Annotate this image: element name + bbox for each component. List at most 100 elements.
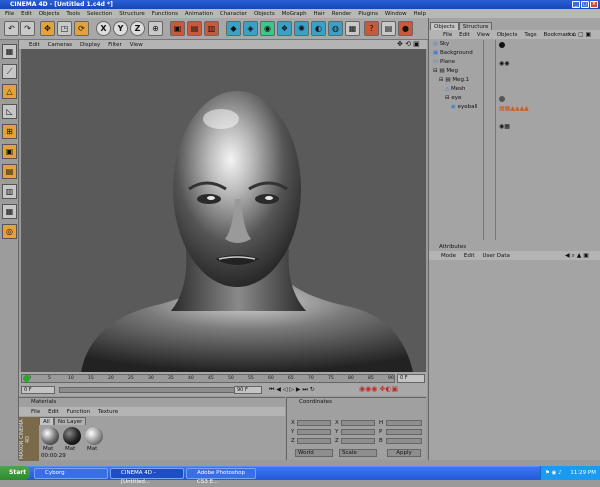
rot-h-field[interactable] — [386, 420, 422, 426]
object-row-meg[interactable]: ⊟ ▤ Meg — [429, 67, 600, 76]
nurbs-icon[interactable]: ◉ — [260, 21, 275, 36]
meg1-tag-icon[interactable] — [499, 96, 505, 102]
mesh-tags-icon[interactable]: ▦▦▲▲▲▲ — [499, 105, 529, 112]
frame-field[interactable]: 0 F — [397, 374, 425, 383]
size-z-field[interactable] — [341, 438, 375, 444]
polygon-icon[interactable]: △ — [2, 84, 17, 99]
point-icon[interactable]: ⊞ — [2, 124, 17, 139]
close-button[interactable]: × — [590, 1, 598, 8]
world-dropdown[interactable]: World — [295, 449, 333, 457]
world-icon[interactable]: ⊕ — [148, 21, 163, 36]
mat-menu-edit[interactable]: Edit — [48, 409, 59, 415]
light-icon[interactable]: ◍ — [328, 21, 343, 36]
obj-menu-view[interactable]: View — [477, 32, 490, 38]
object-row-plane[interactable]: ▭ Plane — [429, 58, 600, 67]
model-icon[interactable]: ▣ — [2, 144, 17, 159]
render-view-icon[interactable]: ▣ — [170, 21, 185, 36]
playback-controls[interactable]: ⏮ ◀ ◁ ▷ ▶ ⏭ ↻ — [269, 386, 315, 394]
record-controls[interactable]: ◉◉◉ ✥◐▣ — [359, 385, 398, 393]
start-frame-field[interactable]: 0 F — [21, 386, 55, 394]
task-cinema4d[interactable]: CINEMA 4D - [Untitled... — [110, 468, 184, 485]
frame-ruler[interactable]: 051015202530354045505560657075808590 — [21, 374, 395, 383]
camera-icon[interactable]: ▦ — [345, 21, 360, 36]
object-name: Meg.1 — [452, 77, 470, 83]
mat-tab-all[interactable]: All — [39, 417, 54, 425]
scale-icon[interactable]: ◳ — [57, 21, 72, 36]
tool-icon[interactable]: ⟋ — [2, 64, 17, 79]
mat-tab-nolayer[interactable]: No Layer — [53, 417, 87, 425]
size-x-field[interactable] — [341, 420, 375, 426]
undo-icon[interactable]: ↶ — [4, 21, 19, 36]
render-settings-icon[interactable]: ▥ — [204, 21, 219, 36]
coord-x-field[interactable] — [297, 420, 331, 426]
minimize-button[interactable]: _ — [572, 1, 580, 8]
tray-icons[interactable]: ⚑ ◉ ♪ — [545, 466, 562, 480]
axis-icon[interactable]: ▦ — [2, 204, 17, 219]
mat-menu-file[interactable]: File — [31, 409, 40, 415]
plane-tags-icon[interactable]: ◉◉ — [499, 60, 509, 67]
mat-menu-texture[interactable]: Texture — [98, 409, 118, 415]
tab-structure[interactable]: Structure — [458, 22, 493, 30]
timeline-tick-label: 10 — [68, 376, 74, 381]
timeline-tick-label: 65 — [288, 376, 294, 381]
obj-menu-objects[interactable]: Objects — [497, 32, 518, 38]
material-icon[interactable]: ● — [398, 21, 413, 36]
move-icon[interactable]: ✥ — [40, 21, 55, 36]
attr-nav-icon[interactable]: ◀ ⌕ ▲ ▣ — [565, 251, 589, 260]
rotate-icon[interactable]: ⟳ — [74, 21, 89, 36]
rot-p-field[interactable] — [386, 429, 422, 435]
material-swatch-1[interactable] — [41, 427, 59, 445]
object-icon[interactable]: ▤ — [2, 164, 17, 179]
cube-icon[interactable]: ◆ — [226, 21, 241, 36]
object-row-eye[interactable]: ⊟ eye — [429, 94, 600, 103]
texture-icon[interactable]: ▥ — [2, 184, 17, 199]
sky-material-tag-icon[interactable] — [499, 42, 505, 48]
attr-menu-userdata[interactable]: User Data — [483, 253, 510, 259]
attr-menu-edit[interactable]: Edit — [464, 253, 475, 259]
eyeball-tags-icon[interactable]: ◉▦ — [499, 123, 510, 130]
material-swatch-2[interactable] — [63, 427, 81, 445]
start-button[interactable]: Start — [0, 466, 30, 480]
coord-z-field[interactable] — [297, 438, 331, 444]
help-icon[interactable]: ? — [364, 21, 379, 36]
obj-search-icon[interactable]: ⌕ ⌂ ▢ ▣ — [567, 30, 591, 39]
object-row-background[interactable]: ▣ Background — [429, 49, 600, 58]
material-swatch-3[interactable] — [85, 427, 103, 445]
array-icon[interactable]: ❖ — [277, 21, 292, 36]
z-axis-icon[interactable]: Z — [130, 21, 145, 36]
y-axis-icon[interactable]: Y — [113, 21, 128, 36]
timeline-scrollbar[interactable] — [59, 387, 239, 393]
x-axis-icon[interactable]: X — [96, 21, 111, 36]
snap-icon[interactable]: ◎ — [2, 224, 17, 239]
task-cyborg[interactable]: Cyborg — [34, 468, 108, 479]
playhead-marker[interactable] — [23, 375, 30, 382]
redo-icon[interactable]: ↷ — [20, 21, 35, 36]
scene-icon[interactable]: ◐ — [311, 21, 326, 36]
timeline-tick-label: 20 — [108, 376, 114, 381]
size-y-field[interactable] — [341, 429, 375, 435]
edge-icon[interactable]: ◺ — [2, 104, 17, 119]
task-photoshop[interactable]: Adobe Photoshop CS3 E... — [186, 468, 256, 485]
object-row-meg1[interactable]: ⊟ ▤ Meg.1 — [429, 76, 600, 85]
timeline-tick-label: 5 — [48, 376, 51, 381]
scale-dropdown[interactable]: Scale — [339, 449, 377, 457]
spline-icon[interactable]: ◈ — [243, 21, 258, 36]
rot-b-field[interactable] — [386, 438, 422, 444]
end-frame-field[interactable]: 90 F — [234, 386, 262, 394]
object-row-sky[interactable]: ◎ Sky — [429, 40, 600, 49]
obj-menu-tags[interactable]: Tags — [524, 32, 536, 38]
3d-viewport[interactable] — [21, 49, 426, 372]
render-icon[interactable]: ▤ — [187, 21, 202, 36]
apply-button[interactable]: Apply — [387, 449, 421, 457]
layout-switch-icon[interactable]: ▦ — [2, 44, 17, 59]
tab-objects[interactable]: Objects — [430, 22, 459, 30]
deformer-icon[interactable]: ✺ — [294, 21, 309, 36]
coord-y-field[interactable] — [297, 429, 331, 435]
object-row-mesh[interactable]: △ Mesh — [429, 85, 600, 94]
mat-menu-function[interactable]: Function — [67, 409, 90, 415]
maximize-button[interactable]: □ — [581, 1, 589, 8]
obj-menu-edit[interactable]: Edit — [459, 32, 470, 38]
obj-menu-file[interactable]: File — [443, 32, 452, 38]
layout-icon[interactable]: ▤ — [381, 21, 396, 36]
attr-menu-mode[interactable]: Mode — [441, 253, 456, 259]
